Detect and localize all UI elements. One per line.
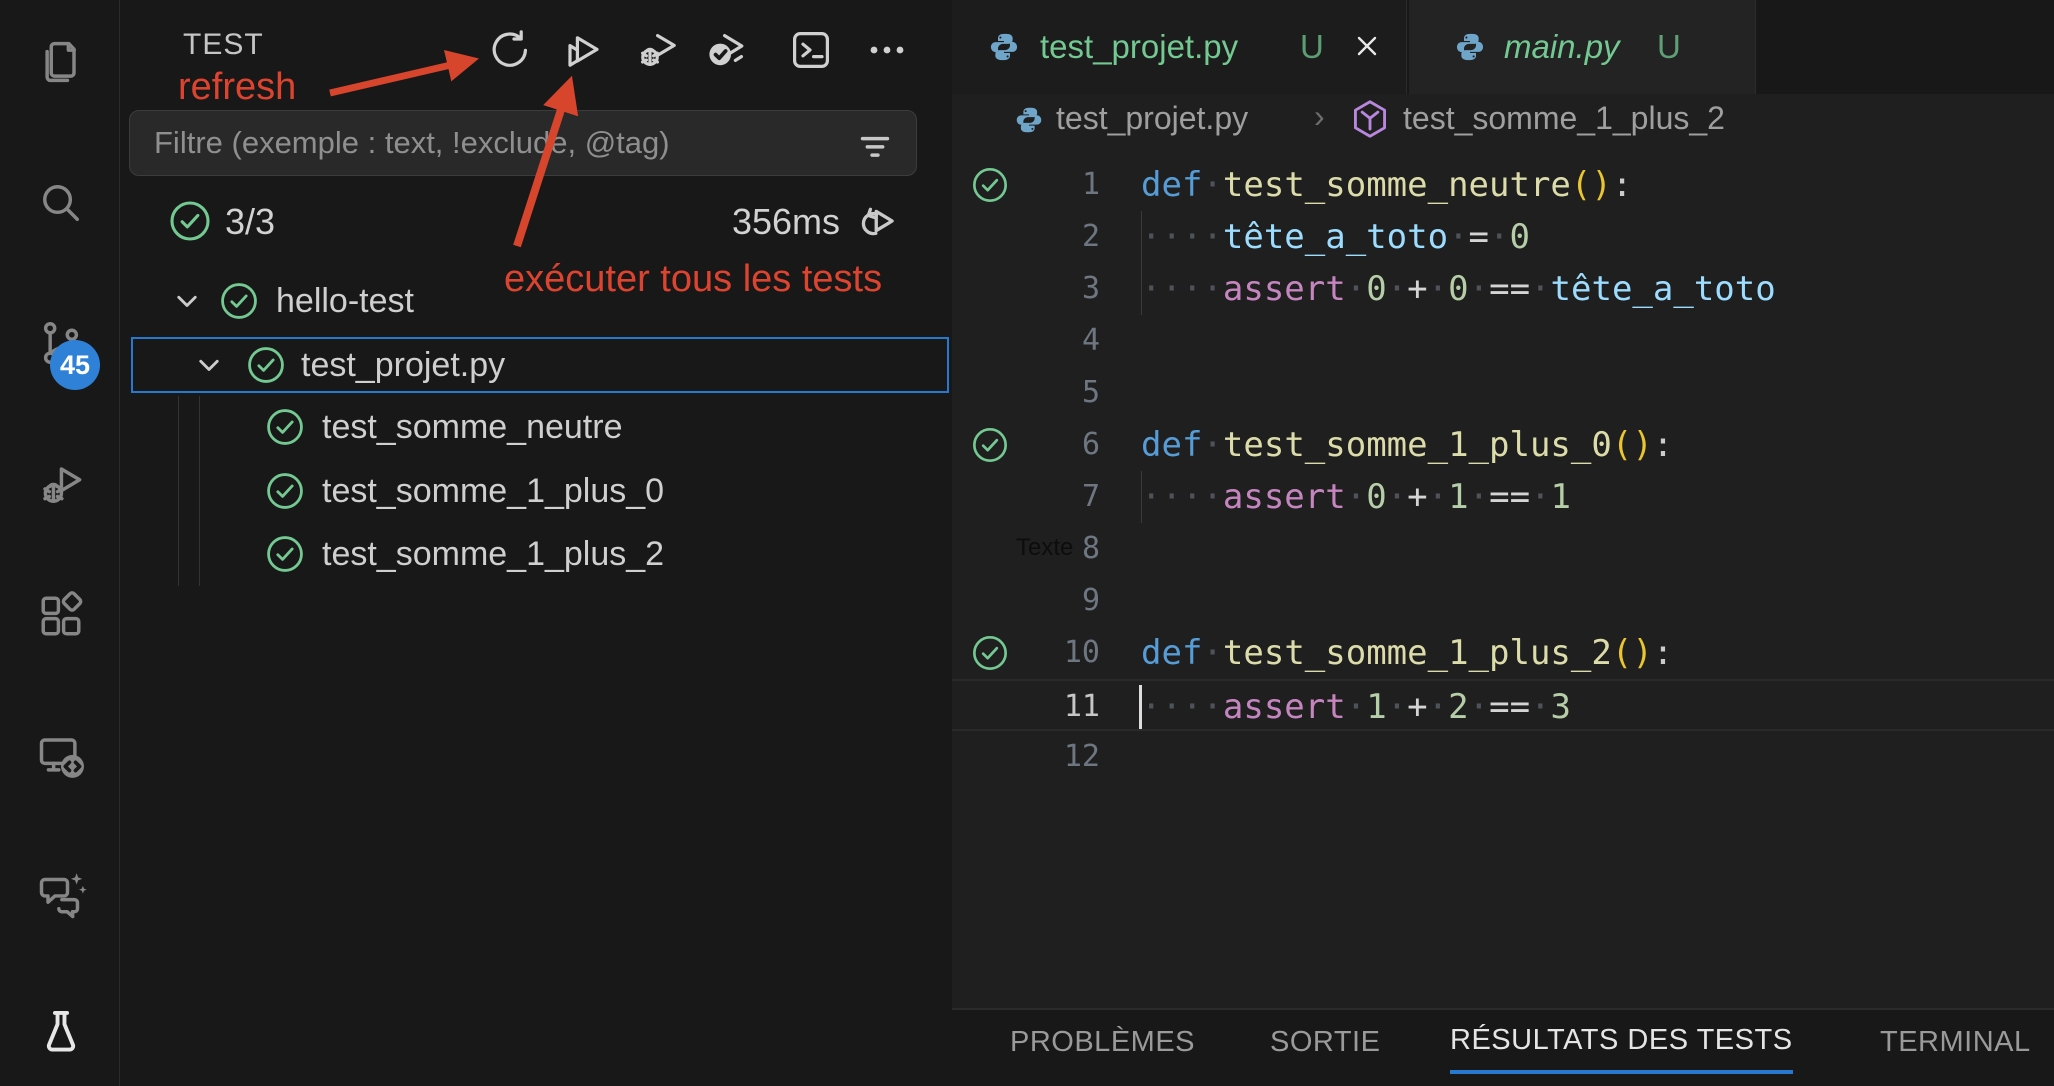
test-passed-icon bbox=[264, 406, 306, 448]
filter-icon[interactable] bbox=[853, 124, 897, 168]
panel-tab-sortie[interactable]: SORTIE bbox=[1270, 1010, 1380, 1074]
test-passed-icon bbox=[245, 344, 287, 386]
tests-passed-icon bbox=[167, 198, 213, 244]
test-passed-icon bbox=[264, 470, 306, 512]
code-text: ····tête_a_toto·=·0 bbox=[1141, 211, 1530, 263]
tree-item-label: test_somme_neutre bbox=[322, 408, 623, 447]
panel-tab-terminal[interactable]: TERMINAL bbox=[1880, 1010, 2031, 1074]
debug-all-tests-icon[interactable] bbox=[633, 26, 681, 74]
code-line-3[interactable]: 3 ····assert·0·+·0·==·tête_a_toto bbox=[952, 263, 2054, 315]
line-number: 9 bbox=[952, 575, 1100, 627]
code-line-2[interactable]: 2 ····tête_a_toto·=·0 bbox=[952, 211, 2054, 263]
chat-icon[interactable] bbox=[35, 868, 87, 920]
editor-tab-test_projet.py[interactable]: test_projet.py U bbox=[952, 0, 1407, 94]
source-control-badge: 45 bbox=[50, 340, 100, 390]
extensions-icon[interactable] bbox=[35, 590, 87, 642]
tree-item-label: hello-test bbox=[276, 282, 414, 321]
tree-indent-guide bbox=[199, 396, 200, 586]
code-line-8[interactable]: 8 bbox=[952, 523, 2054, 575]
panel-tab-problèmes[interactable]: PROBLÈMES bbox=[1010, 1010, 1195, 1074]
method-symbol-icon bbox=[1347, 96, 1393, 142]
testing-icon[interactable] bbox=[35, 1006, 87, 1058]
tree-item-label: test_projet.py bbox=[301, 346, 505, 385]
code-line-11[interactable]: 11 ····assert·1·+·2·==·3 bbox=[952, 679, 2054, 731]
code-text: def·test_somme_neutre(): bbox=[1141, 159, 1632, 211]
code-line-10[interactable]: 10 def·test_somme_1_plus_2(): bbox=[952, 627, 2054, 679]
tab-label: test_projet.py bbox=[1040, 28, 1238, 66]
breadcrumb-symbol[interactable]: test_somme_1_plus_2 bbox=[1403, 100, 1725, 137]
search-icon[interactable] bbox=[35, 177, 87, 229]
close-icon[interactable] bbox=[1351, 30, 1383, 62]
tree-item-test_somme_1_plus_2[interactable]: test_somme_1_plus_2 bbox=[121, 523, 952, 585]
tree-item-test_projet.py[interactable]: test_projet.py bbox=[131, 337, 949, 393]
line-number: 11 bbox=[952, 681, 1100, 733]
chevron-down-icon[interactable] bbox=[169, 283, 205, 319]
annotation-refresh: refresh bbox=[178, 66, 296, 109]
line-number: 7 bbox=[952, 471, 1100, 523]
python-file-icon bbox=[988, 31, 1020, 63]
breadcrumb: test_projet.py › test_somme_1_plus_2 bbox=[952, 94, 2054, 146]
code-line-5[interactable]: 5 bbox=[952, 367, 2054, 419]
code-line-9[interactable]: 9 bbox=[952, 575, 2054, 627]
panel-tab-résultats-des-tests[interactable]: RÉSULTATS DES TESTS bbox=[1450, 1010, 1793, 1074]
coverage-icon[interactable] bbox=[701, 26, 749, 74]
git-status-badge: U bbox=[1657, 28, 1681, 66]
code-text: ····assert·1·+·2·==·3 bbox=[1141, 681, 1571, 733]
chevron-down-icon[interactable] bbox=[191, 347, 227, 383]
line-number: 5 bbox=[952, 367, 1100, 419]
editor-tabs: test_projet.py Umain.py U bbox=[952, 0, 2054, 94]
code-text: ····assert·0·+·1·==·1 bbox=[1141, 471, 1571, 523]
explorer-icon[interactable] bbox=[35, 36, 87, 88]
line-number: 12 bbox=[952, 731, 1100, 783]
run-all-tests-icon[interactable] bbox=[559, 26, 607, 74]
open-terminal-icon[interactable] bbox=[787, 26, 835, 74]
git-status-badge: U bbox=[1300, 28, 1324, 66]
test-passed-icon bbox=[264, 533, 306, 575]
code-line-12[interactable]: 12 bbox=[952, 731, 2054, 783]
editor-group: test_projet.py Umain.py U test_projet.py ›… bbox=[952, 0, 2054, 1008]
activity-bar: 45 bbox=[0, 0, 120, 1086]
tree-item-label: test_somme_1_plus_0 bbox=[322, 472, 664, 511]
test-results-summary: 3/3 356ms bbox=[121, 196, 952, 248]
tests-passed-count: 3/3 bbox=[225, 201, 275, 243]
code-line-4[interactable]: 4 bbox=[952, 315, 2054, 367]
test-passed-icon bbox=[218, 280, 260, 322]
sidebar-title: TEST bbox=[183, 28, 264, 62]
more-actions-icon[interactable] bbox=[863, 26, 911, 74]
code-text: ····assert·0·+·0·==·tête_a_toto bbox=[1141, 263, 1776, 315]
line-number: 2 bbox=[952, 211, 1100, 263]
editor-tab-main.py[interactable]: main.py U bbox=[1409, 0, 1756, 94]
breadcrumb-file[interactable]: test_projet.py bbox=[1056, 100, 1248, 137]
annotation-text-artifact: Texte bbox=[1016, 534, 1073, 562]
tree-item-test_somme_neutre[interactable]: test_somme_neutre bbox=[121, 396, 952, 458]
test-filter-input[interactable] bbox=[129, 110, 917, 176]
rerun-tests-icon[interactable] bbox=[850, 196, 900, 246]
breadcrumb-separator-icon: › bbox=[1314, 98, 1325, 135]
tests-duration: 356ms bbox=[732, 201, 840, 243]
code-line-1[interactable]: 1 def·test_somme_neutre(): bbox=[952, 159, 2054, 211]
line-number: 10 bbox=[952, 627, 1100, 679]
tree-item-test_somme_1_plus_0[interactable]: test_somme_1_plus_0 bbox=[121, 460, 952, 522]
tree-item-label: test_somme_1_plus_2 bbox=[322, 535, 664, 574]
code-text: def·test_somme_1_plus_2(): bbox=[1141, 627, 1673, 679]
line-number: 4 bbox=[952, 315, 1100, 367]
tree-indent-guide bbox=[178, 396, 179, 586]
test-explorer-sidebar: TEST 3/3 356ms refresh exécuter tous les… bbox=[121, 0, 952, 1086]
python-file-icon bbox=[1014, 105, 1044, 135]
code-line-7[interactable]: 7 ····assert·0·+·1·==·1 bbox=[952, 471, 2054, 523]
refresh-icon[interactable] bbox=[486, 26, 534, 74]
bottom-panel: PROBLÈMES SORTIE RÉSULTATS DES TESTS TERMIN… bbox=[952, 1008, 2054, 1086]
remote-explorer-icon[interactable] bbox=[35, 730, 87, 782]
code-text: def·test_somme_1_plus_0(): bbox=[1141, 419, 1673, 471]
tab-label: main.py bbox=[1504, 28, 1620, 66]
line-number: 6 bbox=[952, 419, 1100, 471]
line-number: 1 bbox=[952, 159, 1100, 211]
code-line-6[interactable]: 6 def·test_somme_1_plus_0(): bbox=[952, 419, 2054, 471]
run-debug-icon[interactable] bbox=[35, 459, 87, 511]
tree-item-hello-test[interactable]: hello-test bbox=[121, 270, 952, 332]
python-file-icon bbox=[1454, 31, 1486, 63]
line-number: 3 bbox=[952, 263, 1100, 315]
vscode-window: 45 TEST 3/3 356ms refresh exécuter tous … bbox=[0, 0, 2054, 1086]
